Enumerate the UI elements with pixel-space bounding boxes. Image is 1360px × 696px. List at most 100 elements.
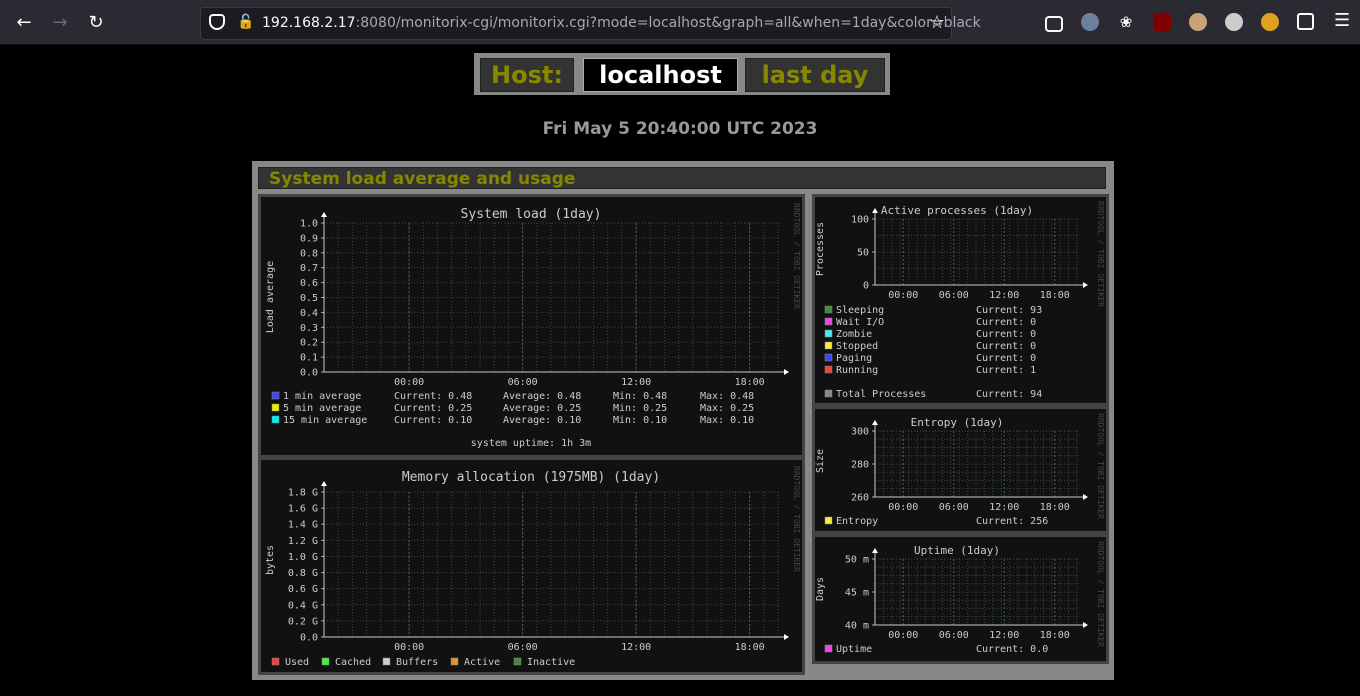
x-tick-label: 06:00: [939, 630, 969, 641]
y-axis-arrow: [872, 208, 878, 213]
x-axis-arrow: [784, 634, 789, 640]
legend-swatch-processes: [824, 353, 833, 362]
x-tick-label: 12:00: [621, 377, 651, 388]
y-tick-label: 0.4 G: [288, 600, 318, 611]
host-header: Host: localhost last day: [474, 53, 890, 95]
shield-icon[interactable]: [209, 14, 225, 30]
legend-label: Active: [464, 657, 500, 668]
legend-current: Current: 256: [976, 516, 1048, 527]
extension-brush-icon[interactable]: [1261, 13, 1279, 31]
bookmark-star-icon[interactable]: ☆: [929, 12, 945, 33]
legend-min: Min: 0.48: [613, 391, 667, 402]
y-axis-arrow: [321, 212, 327, 217]
legend-label: Zombie: [836, 329, 872, 340]
x-tick-label: 18:00: [1040, 630, 1070, 641]
graph-title: System load (1day): [461, 207, 602, 222]
graph-title: Memory allocation (1975MB) (1day): [402, 470, 660, 485]
system-uptime: system uptime: 1h 3m: [471, 438, 591, 449]
legend-label: 1 min average: [283, 391, 361, 402]
processes-graph[interactable]: Active processes (1day) Processes RRDTOOL …: [812, 194, 1109, 406]
y-axis-label: Processes: [815, 222, 826, 276]
legend-swatch-processes: [824, 365, 833, 374]
url-text[interactable]: 192.168.2.17:8080/monitorix-cgi/monitori…: [262, 15, 981, 31]
forward-icon[interactable]: →: [48, 10, 72, 34]
entropy-graph[interactable]: Entropy (1day) Size RRDTOOL / TOBI OETIKER…: [812, 406, 1109, 534]
load-graph-canvas: System load (1day) Load average RRDTOOL / …: [265, 203, 801, 449]
menu-icon[interactable]: ☰: [1334, 10, 1350, 31]
y-tick-label: 0.2 G: [288, 616, 318, 627]
legend-current: Current: 0.25: [394, 403, 472, 414]
extension-mask-icon[interactable]: [1225, 13, 1243, 31]
reload-icon[interactable]: ↻: [84, 10, 108, 34]
gnome-extension-icon[interactable]: ❀: [1117, 13, 1135, 31]
x-axis-arrow: [784, 369, 789, 375]
extension-face-icon[interactable]: [1189, 13, 1207, 31]
y-tick-label: 1.0: [300, 219, 318, 230]
rrdtool-watermark: RRDTOOL / TOBI OETIKER: [792, 203, 801, 309]
legend-current: Current: 0.48: [394, 391, 472, 402]
legend-swatch-processes: [824, 341, 833, 350]
legend-label-total: Total Processes: [836, 389, 926, 400]
y-tick-label: 0.9: [300, 233, 318, 244]
x-tick-label: 00:00: [888, 290, 918, 301]
x-axis-arrow: [1083, 282, 1088, 288]
rrdtool-watermark: RRDTOOL / TOBI OETIKER: [1096, 201, 1105, 307]
y-tick-label: 1.4 G: [288, 520, 318, 531]
x-tick-label: 06:00: [508, 377, 538, 388]
y-tick-label: 50 m: [845, 555, 869, 566]
x-tick-label: 00:00: [888, 502, 918, 513]
browser-toolbar: ← → ↻ 🔓 192.168.2.17:8080/monitorix-cgi/…: [0, 0, 1360, 45]
y-tick-label: 0.0: [300, 633, 318, 644]
legend-current: Current: 93: [976, 305, 1042, 316]
y-tick-label: 40 m: [845, 621, 869, 632]
back-icon[interactable]: ←: [12, 10, 36, 34]
legend-current-total: Current: 94: [976, 389, 1042, 400]
legend-swatch-load: [271, 403, 280, 412]
legend-average: Average: 0.48: [503, 391, 581, 402]
ublock-icon[interactable]: [1153, 13, 1171, 31]
host-name: localhost: [583, 58, 738, 92]
legend-label: Stopped: [836, 341, 878, 352]
host-label: Host:: [480, 58, 574, 92]
memory-graph-canvas: Memory allocation (1975MB) (1day) bytes RR…: [265, 466, 801, 668]
y-tick-label: 0.3: [300, 323, 318, 334]
legend-max: Max: 0.48: [700, 391, 754, 402]
legend-swatch-memory: [513, 657, 522, 666]
uptime-graph[interactable]: Uptime (1day) Days RRDTOOL / TOBI OETIKER 5…: [812, 534, 1109, 664]
load-graph[interactable]: System load (1day) Load average RRDTOOL / …: [258, 194, 805, 458]
y-axis-arrow: [872, 420, 878, 425]
legend-swatch-load: [271, 415, 280, 424]
legend-label: Sleeping: [836, 305, 884, 316]
y-tick-label: 50: [857, 248, 869, 259]
legend-max: Max: 0.10: [700, 415, 754, 426]
y-tick-label: 300: [851, 427, 869, 438]
lock-warning-icon[interactable]: 🔓: [237, 14, 254, 30]
processes-graph-canvas: Active processes (1day) Processes RRDTOOL …: [815, 201, 1105, 400]
page-datetime: Fri May 5 20:40:00 UTC 2023: [542, 119, 818, 139]
extensions-puzzle-icon[interactable]: [1297, 13, 1314, 30]
y-tick-label: 280: [851, 460, 869, 471]
extension-avatar-icon[interactable]: [1081, 13, 1099, 31]
legend-label: Buffers: [396, 657, 438, 668]
legend-swatch-uptime: [824, 644, 833, 653]
legend-swatch-processes: [824, 329, 833, 338]
period-label: last day: [745, 58, 885, 92]
y-tick-label: 45 m: [845, 588, 869, 599]
legend-label: Paging: [836, 353, 872, 364]
address-bar[interactable]: 🔓 192.168.2.17:8080/monitorix-cgi/monito…: [200, 7, 981, 40]
legend-current: Current: 1: [976, 365, 1036, 376]
memory-graph[interactable]: Memory allocation (1975MB) (1day) bytes RR…: [258, 457, 805, 675]
legend-swatch-processes: [824, 317, 833, 326]
y-tick-label: 260: [851, 493, 869, 504]
legend-min: Min: 0.10: [613, 415, 667, 426]
y-tick-label: 0.6 G: [288, 584, 318, 595]
legend-current: Current: 0: [976, 317, 1036, 328]
y-tick-label: 1.8 G: [288, 488, 318, 499]
x-tick-label: 00:00: [888, 630, 918, 641]
rrdtool-watermark: RRDTOOL / TOBI OETIKER: [792, 466, 801, 572]
y-tick-label: 100: [851, 215, 869, 226]
pocket-icon[interactable]: [1045, 16, 1063, 32]
x-tick-label: 12:00: [621, 642, 651, 653]
legend-average: Average: 0.25: [503, 403, 581, 414]
y-tick-label: 0.8 G: [288, 568, 318, 579]
